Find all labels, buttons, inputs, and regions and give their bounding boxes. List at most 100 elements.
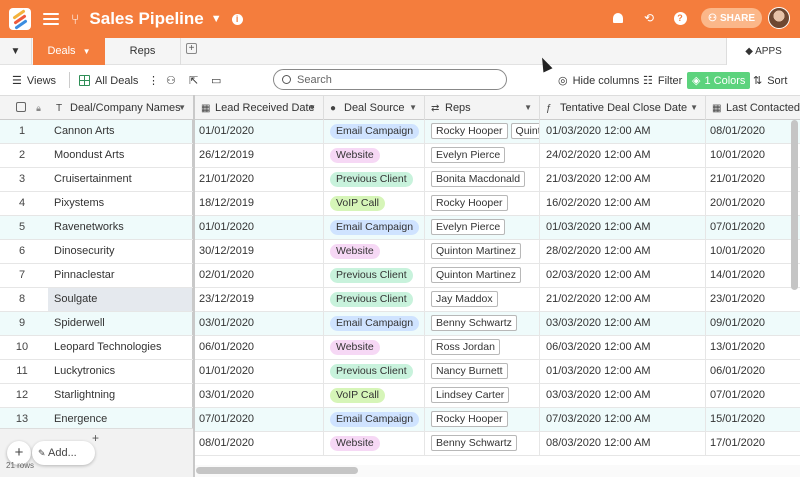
deal-source-cell[interactable]: Previous Client xyxy=(324,288,425,311)
deal-source-cell[interactable]: Website xyxy=(324,336,425,359)
reps-cell[interactable]: Ross Jordan xyxy=(425,336,540,359)
rep-chip[interactable]: Rocky Hooper xyxy=(431,411,508,427)
table-row[interactable]: 12 Starlightning 03/01/2020 VoIP Call Lindse… xyxy=(0,384,800,408)
table-row[interactable]: 2 Moondust Arts 26/12/2019 Website Evelyn Pi… xyxy=(0,144,800,168)
deal-source-cell[interactable]: Website xyxy=(324,144,425,167)
column-header-lead-date[interactable]: ▦ Lead Received Date ▼ xyxy=(195,96,324,120)
table-row[interactable]: 11 Luckytronics 01/01/2020 Previous Client N… xyxy=(0,360,800,384)
add-record-icon[interactable]: + xyxy=(92,431,99,445)
last-contacted-cell[interactable]: 20/01/2020 xyxy=(706,192,800,215)
deal-source-cell[interactable]: Email Campaign xyxy=(324,120,425,143)
column-header-deal-name[interactable]: T Deal/Company Names ▼ xyxy=(48,96,195,120)
caret-down-icon[interactable]: ▼ xyxy=(690,96,698,120)
deal-name-cell[interactable]: Ravenetworks xyxy=(48,216,194,239)
table-row[interactable]: 9 Spiderwell 03/01/2020 Email Campaign Benny… xyxy=(0,312,800,336)
filter-button[interactable]: ☷ Filter xyxy=(643,74,682,88)
vertical-scrollbar[interactable] xyxy=(791,120,798,290)
reps-cell[interactable]: Benny Schwartz xyxy=(425,432,540,455)
lead-date-cell[interactable]: 01/01/2020 xyxy=(195,216,324,239)
search-input[interactable]: Search xyxy=(273,69,507,90)
lead-date-cell[interactable]: 18/12/2019 xyxy=(195,192,324,215)
reps-cell[interactable]: Jay Maddox xyxy=(425,288,540,311)
info-icon[interactable]: i xyxy=(231,13,243,25)
reps-cell[interactable]: Benny Schwartz xyxy=(425,312,540,335)
deal-name-cell[interactable]: Leopard Technologies xyxy=(48,336,194,359)
last-contacted-cell[interactable]: 17/01/2020 xyxy=(706,432,800,455)
deal-source-cell[interactable]: Previous Client xyxy=(324,360,425,383)
last-contacted-cell[interactable]: 07/01/2020 xyxy=(706,216,800,239)
close-date-cell[interactable]: 28/02/2020 12:00 AM xyxy=(540,240,706,263)
last-contacted-cell[interactable]: 10/01/2020 xyxy=(706,144,800,167)
rep-chip[interactable]: Jay Maddox xyxy=(431,291,498,307)
menu-icon[interactable] xyxy=(43,10,59,28)
last-contacted-cell[interactable]: 15/01/2020 xyxy=(706,408,800,431)
deal-source-cell[interactable]: Email Campaign xyxy=(324,312,425,335)
avatar[interactable] xyxy=(768,7,790,29)
more-options-icon[interactable]: ⋮ xyxy=(148,74,159,87)
lead-date-cell[interactable]: 02/01/2020 xyxy=(195,264,324,287)
close-date-cell[interactable]: 06/03/2020 12:00 AM xyxy=(540,336,706,359)
rep-chip[interactable]: Bonita Macdonald xyxy=(431,171,526,187)
lead-date-cell[interactable]: 01/01/2020 xyxy=(195,360,324,383)
deal-source-cell[interactable]: VoIP Call xyxy=(324,192,425,215)
lead-date-cell[interactable]: 01/01/2020 xyxy=(195,120,324,143)
tab-deals[interactable]: Deals ▼ xyxy=(33,38,105,65)
deal-name-cell[interactable]: Luckytronics xyxy=(48,360,194,383)
rep-chip[interactable]: Evelyn Pierce xyxy=(431,219,506,235)
colors-button[interactable]: ◈ 1 Colors xyxy=(687,72,751,89)
table-row[interactable]: 1 Cannon Arts 01/01/2020 Email Campaign Rock… xyxy=(0,120,800,144)
lead-date-cell[interactable]: 08/01/2020 xyxy=(195,432,324,455)
rep-chip[interactable]: Nancy Burnett xyxy=(431,363,508,379)
close-date-cell[interactable]: 03/03/2020 12:00 AM xyxy=(540,384,706,407)
export-icon[interactable]: ⇱ xyxy=(189,74,198,87)
last-contacted-cell[interactable]: 23/01/2020 xyxy=(706,288,800,311)
deal-source-cell[interactable]: Previous Client xyxy=(324,168,425,191)
reps-cell[interactable]: Lindsey Carter xyxy=(425,384,540,407)
deal-name-cell[interactable]: Pixystems xyxy=(48,192,194,215)
history-icon[interactable]: ⟲ xyxy=(642,11,656,25)
caret-down-icon[interactable]: ▼ xyxy=(178,96,186,120)
last-contacted-cell[interactable]: 09/01/2020 xyxy=(706,312,800,335)
rep-chip[interactable]: Benny Schwartz xyxy=(431,315,517,331)
reps-cell[interactable]: Bonita Macdonald xyxy=(425,168,540,191)
reps-cell[interactable]: Quinton Martinez xyxy=(425,264,540,287)
last-contacted-cell[interactable]: 07/01/2020 xyxy=(706,384,800,407)
column-header-deal-source[interactable]: ● Deal Source ▼ xyxy=(324,96,425,120)
last-contacted-cell[interactable]: 06/01/2020 xyxy=(706,360,800,383)
reps-cell[interactable]: Rocky HooperQuintor xyxy=(425,120,540,143)
select-all-checkbox[interactable]: 🔒︎ xyxy=(0,96,48,120)
hide-columns-button[interactable]: ◎ Hide columns xyxy=(558,74,639,88)
close-date-cell[interactable]: 21/02/2020 12:00 AM xyxy=(540,288,706,311)
rep-chip[interactable]: Rocky Hooper xyxy=(431,123,508,139)
deal-name-cell[interactable]: Moondust Arts xyxy=(48,144,194,167)
deal-source-cell[interactable]: VoIP Call xyxy=(324,384,425,407)
close-date-cell[interactable]: 02/03/2020 12:00 AM xyxy=(540,264,706,287)
app-logo-icon[interactable] xyxy=(9,8,31,30)
lead-date-cell[interactable]: 07/01/2020 xyxy=(195,408,324,431)
chevron-down-icon[interactable]: ▼ xyxy=(0,38,32,65)
close-date-cell[interactable]: 08/03/2020 12:00 AM xyxy=(540,432,706,455)
chevron-down-icon[interactable]: ▼ xyxy=(211,13,222,25)
column-header-last-contacted[interactable]: ▦ Last Contacted xyxy=(706,96,800,120)
add-form-button[interactable]: ✎ Add... xyxy=(32,441,95,465)
deal-name-cell[interactable]: Soulgate xyxy=(48,288,194,311)
reps-cell[interactable]: Evelyn Pierce xyxy=(425,216,540,239)
rep-chip[interactable]: Quinton Martinez xyxy=(431,243,521,259)
close-date-cell[interactable]: 01/03/2020 12:00 AM xyxy=(540,216,706,239)
reps-cell[interactable]: Nancy Burnett xyxy=(425,360,540,383)
deal-source-cell[interactable]: Website xyxy=(324,240,425,263)
rep-chip[interactable]: Quintor xyxy=(510,123,539,139)
lead-date-cell[interactable]: 26/12/2019 xyxy=(195,144,324,167)
deal-source-cell[interactable]: Previous Client xyxy=(324,264,425,287)
caret-down-icon[interactable]: ▼ xyxy=(308,96,316,120)
caret-down-icon[interactable]: ▼ xyxy=(524,96,532,120)
last-contacted-cell[interactable]: 10/01/2020 xyxy=(706,240,800,263)
sort-button[interactable]: ⇅ Sort xyxy=(753,74,787,88)
lead-date-cell[interactable]: 23/12/2019 xyxy=(195,288,324,311)
table-row[interactable]: 4 Pixystems 18/12/2019 VoIP Call Rocky Hoope… xyxy=(0,192,800,216)
table-row[interactable]: 6 Dinosecurity 30/12/2019 Website Quinton Ma… xyxy=(0,240,800,264)
close-date-cell[interactable]: 16/02/2020 12:00 AM xyxy=(540,192,706,215)
last-contacted-cell[interactable]: 21/01/2020 xyxy=(706,168,800,191)
table-row[interactable]: 10 Leopard Technologies 06/01/2020 Website R… xyxy=(0,336,800,360)
last-contacted-cell[interactable]: 08/01/2020 xyxy=(706,120,800,143)
